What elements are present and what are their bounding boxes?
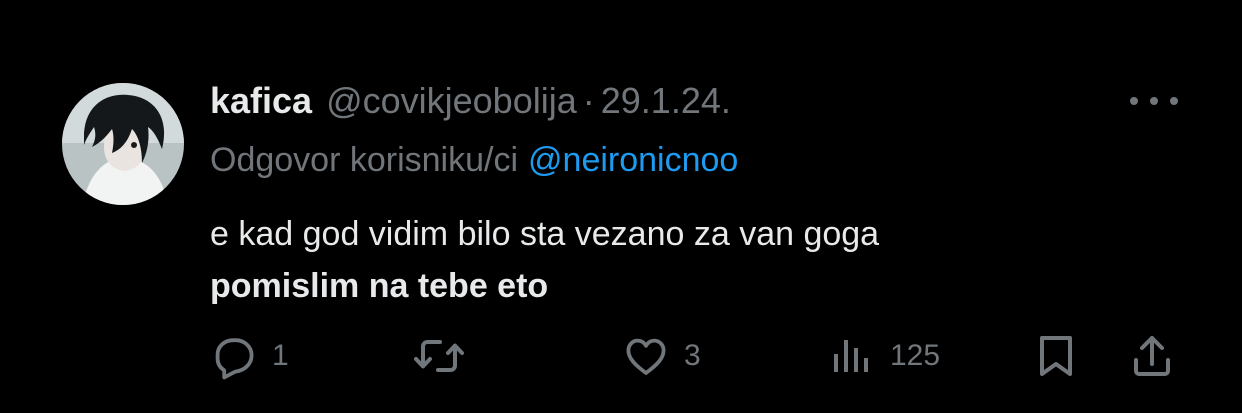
reply-mention-link[interactable]: @neironicnoo — [528, 141, 738, 179]
bookmark-icon — [1040, 336, 1072, 376]
more-dot — [1150, 97, 1158, 105]
reply-button[interactable]: 1 — [210, 326, 289, 386]
share-button[interactable] — [1130, 326, 1174, 386]
comment-icon — [215, 338, 254, 380]
author-name[interactable]: kafica — [210, 80, 312, 122]
tweet-text-line: e kad god vidim bilo sta vezano za van g… — [210, 215, 880, 253]
action-bar: 1 3 125 — [0, 326, 1242, 386]
header-separator: · — [582, 80, 595, 121]
avatar[interactable] — [62, 83, 184, 205]
like-button[interactable]: 3 — [622, 326, 701, 386]
retweet-button[interactable] — [413, 326, 479, 386]
author-handle[interactable]: @covikjeobolija — [326, 80, 577, 122]
avatar-image — [62, 83, 184, 205]
reply-context: Odgovor korisniku/ci @neironicnoo — [210, 141, 738, 180]
tweet-text-bold-line: pomislim na tebe eto — [210, 267, 549, 305]
like-count: 3 — [684, 339, 701, 372]
more-options-icon[interactable] — [1130, 86, 1178, 116]
tweet-date[interactable]: 29.1.24. — [601, 80, 731, 122]
analytics-icon — [834, 340, 868, 372]
tweet-card[interactable]: kafica @covikjeobolija · 29.1.24. Odgovo… — [0, 0, 1242, 413]
reply-count: 1 — [272, 339, 289, 372]
tweet-header: kafica @covikjeobolija · 29.1.24. — [210, 80, 731, 124]
more-dot — [1170, 97, 1178, 105]
reply-prefix: Odgovor korisniku/ci — [210, 141, 519, 179]
heart-icon — [626, 338, 666, 375]
views-button[interactable]: 125 — [828, 326, 940, 386]
tweet-text: e kad god vidim bilo sta vezano za van g… — [210, 208, 879, 312]
retweet-icon — [414, 340, 464, 372]
more-dot — [1130, 97, 1138, 105]
views-count: 125 — [890, 339, 941, 372]
bookmark-button[interactable] — [1036, 326, 1076, 386]
share-icon — [1134, 336, 1170, 376]
